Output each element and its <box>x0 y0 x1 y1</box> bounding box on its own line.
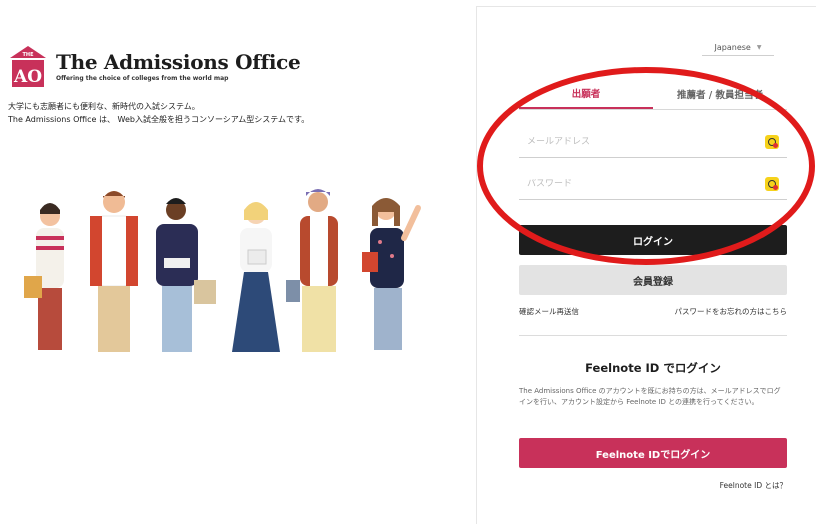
student-figure <box>362 198 421 350</box>
student-figure <box>90 191 138 352</box>
language-select[interactable]: Japanese ▼ <box>702 40 774 56</box>
password-input[interactable] <box>527 178 727 189</box>
student-figure <box>232 202 280 352</box>
chevron-down-icon: ▼ <box>756 44 762 51</box>
resend-confirmation-link[interactable]: 確認メール再送信 <box>519 306 579 317</box>
auth-links: 確認メール再送信 パスワードをお忘れの方はこちら <box>519 306 787 317</box>
login-button[interactable]: ログイン <box>519 225 787 255</box>
feelnote-help-link[interactable]: Feelnote ID とは？ <box>519 480 787 491</box>
intro-line-1: 大学にも志願者にも便利な、新時代の入試システム。 <box>8 102 200 111</box>
language-selected: Japanese <box>714 43 751 52</box>
logo-top-text: THE <box>22 52 34 58</box>
ao-logo-icon: THE AO <box>10 46 46 87</box>
password-field <box>519 168 787 200</box>
logo-letters: AO <box>13 67 42 87</box>
email-field <box>519 126 787 158</box>
intro-text: 大学にも志願者にも便利な、新時代の入試システム。 The Admissions … <box>8 100 309 126</box>
divider <box>519 335 787 336</box>
email-input[interactable] <box>527 136 727 147</box>
student-figure <box>156 198 216 352</box>
tab-recommender[interactable]: 推薦者 / 教員担当者 <box>653 78 787 109</box>
intro-line-2: The Admissions Office は、 Web入試全般を担うコンソーシ… <box>8 115 310 124</box>
brand-header: THE AO The Admissions Office Offering th… <box>8 44 301 88</box>
feelnote-login-button[interactable]: Feelnote IDでログイン <box>519 438 787 468</box>
student-figure <box>24 203 64 350</box>
login-page: THE AO The Admissions Office Offering th… <box>0 0 818 524</box>
tab-applicant[interactable]: 出願者 <box>519 78 653 109</box>
register-button[interactable]: 会員登録 <box>519 265 787 295</box>
feelnote-description: The Admissions Office のアカウントを既にお持ちの方は、メー… <box>519 387 781 406</box>
role-tabs: 出願者 推薦者 / 教員担当者 <box>519 78 787 110</box>
students-illustration <box>24 189 421 352</box>
forgot-password-link[interactable]: パスワードをお忘れの方はこちら <box>675 306 788 317</box>
password-manager-icon[interactable] <box>765 134 779 149</box>
student-figure <box>286 189 338 352</box>
password-manager-icon[interactable] <box>765 176 779 191</box>
brand-title: The Admissions Office <box>56 50 301 74</box>
brand-subtitle: Offering the choice of colleges from the… <box>56 75 229 82</box>
feelnote-title: Feelnote ID でログイン <box>585 361 721 375</box>
